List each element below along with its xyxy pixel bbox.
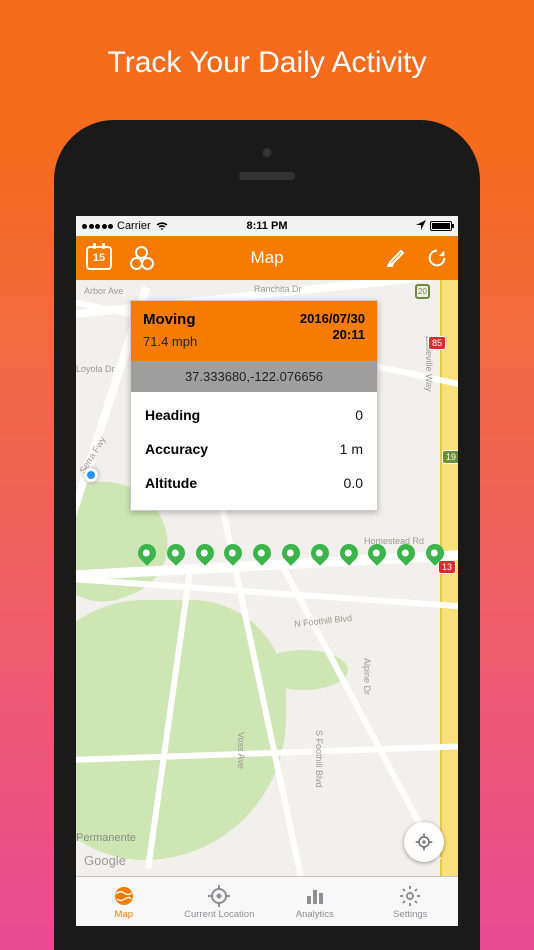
tab-current-location[interactable]: Current Location bbox=[172, 877, 268, 926]
tab-analytics[interactable]: Analytics bbox=[267, 877, 363, 926]
route-shield-85: 85 bbox=[428, 336, 446, 350]
current-location-dot bbox=[84, 468, 98, 482]
map-pin-icon[interactable] bbox=[194, 544, 216, 574]
carrier-label: Carrier bbox=[117, 220, 151, 232]
map-pin-icon[interactable] bbox=[366, 544, 388, 574]
phone-speaker bbox=[239, 172, 295, 180]
map-label: S Foothill Blvd bbox=[314, 730, 324, 788]
map-label: Arbor Ave bbox=[84, 286, 123, 296]
tab-label: Analytics bbox=[296, 909, 334, 920]
filter-icon[interactable] bbox=[130, 246, 154, 270]
speed-value: 71.4 mph bbox=[143, 334, 197, 349]
app-screen: Carrier 8:11 PM bbox=[76, 216, 458, 926]
gear-icon bbox=[398, 884, 422, 908]
calendar-icon[interactable]: 15 bbox=[86, 246, 112, 270]
map-label: Alpine Dr bbox=[362, 658, 372, 695]
phone-frame: Carrier 8:11 PM bbox=[54, 120, 480, 950]
map-label: N Foothill Blvd bbox=[294, 613, 353, 629]
signal-dots-icon bbox=[82, 224, 113, 229]
brush-icon[interactable] bbox=[384, 246, 408, 270]
refresh-icon[interactable] bbox=[426, 247, 448, 269]
marketing-headline: Track Your Daily Activity bbox=[0, 46, 534, 80]
map-label: Loyola Dr bbox=[76, 364, 115, 374]
my-location-button[interactable] bbox=[404, 822, 444, 862]
location-services-icon bbox=[416, 220, 426, 233]
info-key: Heading bbox=[145, 407, 200, 423]
info-value: 0.0 bbox=[344, 475, 363, 491]
wifi-icon bbox=[155, 221, 169, 231]
route-shield-19: 19 bbox=[442, 450, 458, 464]
battery-icon bbox=[430, 221, 452, 231]
tab-settings[interactable]: Settings bbox=[363, 877, 459, 926]
calendar-day-label: 15 bbox=[93, 252, 105, 264]
map-pin-icon[interactable] bbox=[280, 544, 302, 574]
map-pin-icon[interactable] bbox=[424, 544, 446, 574]
info-row: Heading 0 bbox=[145, 398, 363, 432]
map-pin-icon[interactable] bbox=[165, 544, 187, 574]
coordinates-value: 37.333680,-122.076656 bbox=[131, 361, 377, 392]
nav-bar: 15 Map bbox=[76, 236, 458, 280]
map-label: Ranchita Dr bbox=[254, 284, 302, 294]
location-info-card: Moving 71.4 mph 2016/07/30 20:11 37.3336… bbox=[130, 300, 378, 511]
map-label: Permanente bbox=[76, 832, 136, 844]
map-label: Voss Ave bbox=[236, 732, 246, 769]
tab-label: Current Location bbox=[184, 909, 254, 920]
tab-label: Map bbox=[115, 909, 133, 920]
info-row: Accuracy 1 m bbox=[145, 432, 363, 466]
status-bar: Carrier 8:11 PM bbox=[76, 216, 458, 236]
map-pin-icon[interactable] bbox=[251, 544, 273, 574]
map-view[interactable]: Arbor Ave Ranchita Dr Loyola Dr Serra Fw… bbox=[76, 280, 458, 876]
status-label: Moving bbox=[143, 311, 197, 328]
tab-bar: Map Current Location Analytics bbox=[76, 876, 458, 926]
map-pin-icon[interactable] bbox=[309, 544, 331, 574]
info-value: 1 m bbox=[340, 441, 363, 457]
info-row: Altitude 0.0 bbox=[145, 466, 363, 500]
info-value: 0 bbox=[355, 407, 363, 423]
location-pins bbox=[136, 544, 446, 584]
crosshair-icon bbox=[207, 884, 231, 908]
map-pin-icon[interactable] bbox=[222, 544, 244, 574]
info-key: Altitude bbox=[145, 475, 197, 491]
phone-camera bbox=[263, 148, 272, 157]
map-pin-icon[interactable] bbox=[338, 544, 360, 574]
tab-label: Settings bbox=[393, 909, 427, 920]
crosshair-icon bbox=[414, 832, 434, 852]
bar-chart-icon bbox=[303, 884, 327, 908]
info-key: Accuracy bbox=[145, 441, 208, 457]
route-shield-20: 20 bbox=[415, 284, 430, 299]
globe-icon bbox=[112, 884, 136, 908]
timestamp-time: 20:11 bbox=[300, 327, 365, 343]
timestamp-date: 2016/07/30 bbox=[300, 311, 365, 327]
map-attribution: Google bbox=[84, 853, 126, 868]
tab-map[interactable]: Map bbox=[76, 877, 172, 926]
map-pin-icon[interactable] bbox=[136, 544, 158, 574]
map-pin-icon[interactable] bbox=[395, 544, 417, 574]
